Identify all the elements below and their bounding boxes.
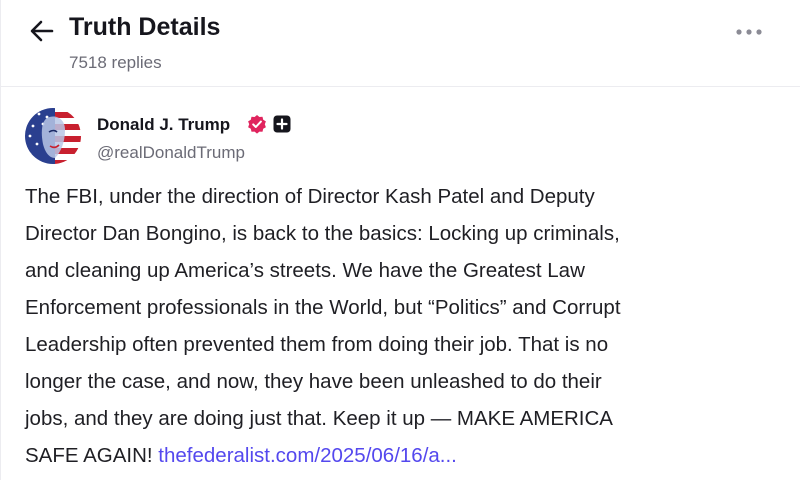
post-link[interactable]: thefederalist.com/2025/06/16/a...	[158, 444, 457, 467]
page-header: Truth Details 7518 replies	[25, 10, 777, 80]
post-body-line: jobs, and they are doing just that. Keep…	[25, 407, 613, 430]
author-handle[interactable]: @realDonaldTrump	[97, 143, 245, 163]
more-horizontal-icon	[736, 29, 762, 35]
plus-badge-icon	[273, 115, 291, 133]
back-button[interactable]	[27, 16, 57, 46]
header-divider	[1, 86, 800, 87]
post-body-line: Enforcement professionals in the World, …	[25, 296, 621, 319]
post-body-last-line: SAFE AGAIN! thefederalist.com/2025/06/16…	[25, 437, 785, 474]
reply-count: 7518 replies	[69, 53, 162, 72]
avatar[interactable]	[25, 108, 81, 164]
post-body-line: Director Dan Bongino, is back to the bas…	[25, 222, 620, 245]
post-body-line: longer the case, and now, they have been…	[25, 370, 602, 393]
truth-details-page: Truth Details 7518 replies Donald J. Tru…	[0, 0, 800, 480]
verified-badge-icon	[248, 115, 266, 134]
arrow-left-icon	[30, 20, 54, 42]
post-body-line: The FBI, under the direction of Director…	[25, 185, 595, 208]
author-name[interactable]: Donald J. Trump	[97, 115, 230, 135]
post-body: The FBI, under the direction of Director…	[25, 178, 785, 474]
post-body-line: and cleaning up America’s streets. We ha…	[25, 259, 585, 282]
page-title: Truth Details	[69, 13, 221, 41]
post-body-line: Leadership often prevented them from doi…	[25, 333, 609, 356]
post-body-line: SAFE AGAIN!	[25, 444, 159, 467]
more-options-button[interactable]	[731, 18, 767, 46]
avatar-image	[25, 108, 81, 164]
